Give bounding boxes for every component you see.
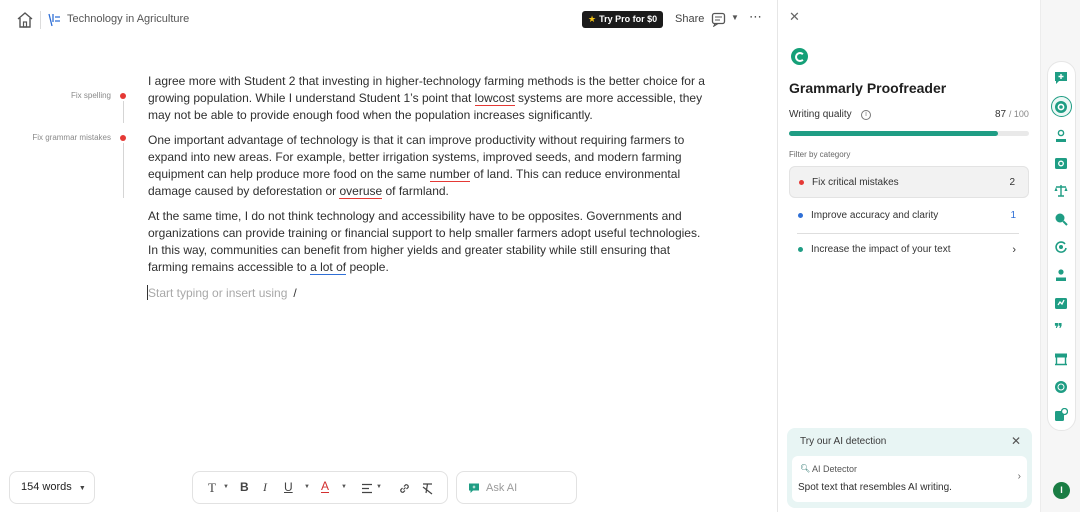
globe-icon[interactable]	[1054, 380, 1068, 394]
category-count: 1	[1010, 210, 1016, 221]
word-count-label: 154 words	[21, 481, 72, 493]
search-icon[interactable]	[1054, 212, 1068, 226]
expert-review-icon[interactable]	[1054, 352, 1068, 366]
new-line-placeholder[interactable]: Start typing or insert using /	[148, 286, 297, 300]
link-icon[interactable]	[398, 482, 411, 495]
category-count: 2	[1009, 177, 1015, 188]
right-toolbar: ❞ I	[1040, 0, 1080, 512]
editor-area: Technology in Agriculture ★ Try Pro for $…	[0, 0, 777, 512]
category-label: Increase the impact of your text	[811, 244, 951, 255]
ai-detector-icon[interactable]	[1054, 240, 1068, 254]
writing-quality-bar	[789, 131, 1029, 136]
placeholder-text: Start typing or insert using	[148, 286, 288, 300]
formatting-toolbar: T ▼ B I U ▼ A ▼ ▼	[192, 471, 448, 504]
home-icon[interactable]	[16, 11, 34, 29]
proofreader-icon[interactable]	[1054, 100, 1068, 114]
close-icon[interactable]: ✕	[1011, 434, 1021, 448]
chat-plus-icon[interactable]	[1054, 71, 1068, 85]
ai-chat-icon	[469, 483, 479, 493]
grammarly-panel: ✕ Grammarly Proofreader Writing quality …	[777, 0, 1040, 512]
ai-detection-card: Try our AI detection ✕ 🔍︎ AI Detector Sp…	[787, 428, 1032, 508]
writing-quality-score: 87 / 100	[995, 109, 1029, 120]
grammarly-logo-icon	[791, 48, 808, 65]
audience-icon[interactable]	[1054, 129, 1068, 143]
ai-card-header: Try our AI detection	[800, 436, 887, 447]
document-title[interactable]: Technology in Agriculture	[67, 13, 189, 25]
chevron-down-icon[interactable]: ▼	[304, 484, 310, 490]
grammar-issue[interactable]: overuse	[339, 184, 383, 199]
star-icon: ★	[588, 14, 597, 24]
writing-quality-fill	[789, 131, 998, 136]
side-note-line	[123, 101, 124, 123]
grader-icon[interactable]	[1054, 296, 1068, 310]
paragraph[interactable]: I agree more with Student 2 that investi…	[148, 73, 708, 124]
filter-label: Filter by category	[789, 150, 851, 159]
comment-icon[interactable]	[711, 12, 726, 27]
side-note-dot[interactable]	[120, 93, 126, 99]
score-max: / 100	[1008, 109, 1029, 119]
chevron-down-icon[interactable]: ▼	[341, 484, 347, 490]
chevron-down-icon[interactable]: ▼	[731, 13, 739, 22]
panel-title: Grammarly Proofreader	[789, 80, 947, 96]
category-accuracy-clarity[interactable]: Improve accuracy and clarity 1	[789, 200, 1029, 232]
ai-detector-link[interactable]: 🔍︎ AI Detector Spot text that resembles …	[792, 456, 1027, 502]
share-button[interactable]: Share	[675, 13, 704, 25]
top-bar: Technology in Agriculture ★ Try Pro for $…	[0, 0, 777, 40]
user-avatar[interactable]: I	[1053, 482, 1070, 499]
humanizer-icon[interactable]	[1054, 268, 1068, 282]
paragraph[interactable]: One important advantage of technology is…	[148, 132, 708, 200]
ask-ai-input[interactable]: Ask AI	[456, 471, 577, 504]
side-note-dot[interactable]	[120, 135, 126, 141]
ask-ai-placeholder: Ask AI	[486, 482, 518, 494]
writing-quality-label: Writing quality	[789, 109, 852, 120]
more-options-icon[interactable]: ⋯	[749, 9, 762, 25]
close-icon[interactable]: ✕	[789, 9, 800, 25]
document-icon	[48, 13, 60, 27]
category-critical-mistakes[interactable]: Fix critical mistakes 2	[789, 166, 1029, 198]
slash-command-hint: /	[293, 286, 297, 300]
chevron-right-icon: ›	[1017, 471, 1021, 482]
paraphraser-icon[interactable]	[1054, 408, 1068, 422]
bold-icon[interactable]: B	[240, 480, 249, 494]
chevron-right-icon: ›	[1012, 244, 1016, 256]
text-run: people.	[346, 260, 389, 274]
topbar-divider	[40, 11, 41, 29]
status-dot	[799, 180, 804, 185]
spelling-issue[interactable]: lowcost	[474, 91, 515, 106]
paragraph[interactable]: At the same time, I do not think technol…	[148, 208, 708, 276]
try-pro-button[interactable]: ★ Try Pro for $0	[582, 11, 664, 28]
side-note-fix-grammar[interactable]: Fix grammar mistakes	[10, 133, 111, 142]
italic-icon[interactable]: I	[263, 480, 267, 495]
status-dot	[798, 247, 803, 252]
side-note-fix-spelling[interactable]: Fix spelling	[40, 91, 111, 100]
side-note-line	[123, 143, 124, 198]
app-window: Technology in Agriculture ★ Try Pro for $…	[0, 0, 1080, 512]
clarity-issue[interactable]: a lot of	[310, 260, 347, 275]
chevron-down-icon: ▼	[78, 485, 86, 492]
text-run: of farmland.	[382, 184, 449, 198]
align-icon[interactable]	[361, 483, 373, 494]
category-label: Fix critical mistakes	[812, 177, 899, 188]
ai-detector-label: AI Detector	[812, 464, 858, 474]
reader-reactions-icon[interactable]	[1054, 156, 1068, 170]
text-color-icon[interactable]: A	[321, 480, 330, 493]
ai-detector-description: Spot text that resembles AI writing.	[798, 482, 952, 493]
underline-icon[interactable]: U	[284, 480, 293, 494]
citation-quote-icon[interactable]: ❞	[1054, 322, 1068, 337]
status-dot	[798, 213, 803, 218]
category-label: Improve accuracy and clarity	[811, 210, 939, 221]
grammar-issue[interactable]: number	[429, 167, 471, 182]
text-style-icon[interactable]: T	[208, 480, 216, 496]
clear-format-icon[interactable]	[421, 482, 434, 495]
scales-icon[interactable]	[1054, 184, 1068, 198]
try-pro-label: Try Pro for $0	[599, 14, 658, 24]
chevron-down-icon[interactable]: ▼	[223, 484, 229, 490]
chevron-down-icon[interactable]: ▼	[376, 484, 382, 490]
text-run: At the same time, I do not think technol…	[148, 209, 701, 274]
search-icon: 🔍︎	[800, 464, 811, 473]
category-impact[interactable]: Increase the impact of your text ›	[789, 234, 1029, 266]
word-count-button[interactable]: 154 words ▼	[9, 471, 95, 504]
info-icon[interactable]: i	[861, 110, 871, 120]
score-value: 87	[995, 109, 1007, 120]
